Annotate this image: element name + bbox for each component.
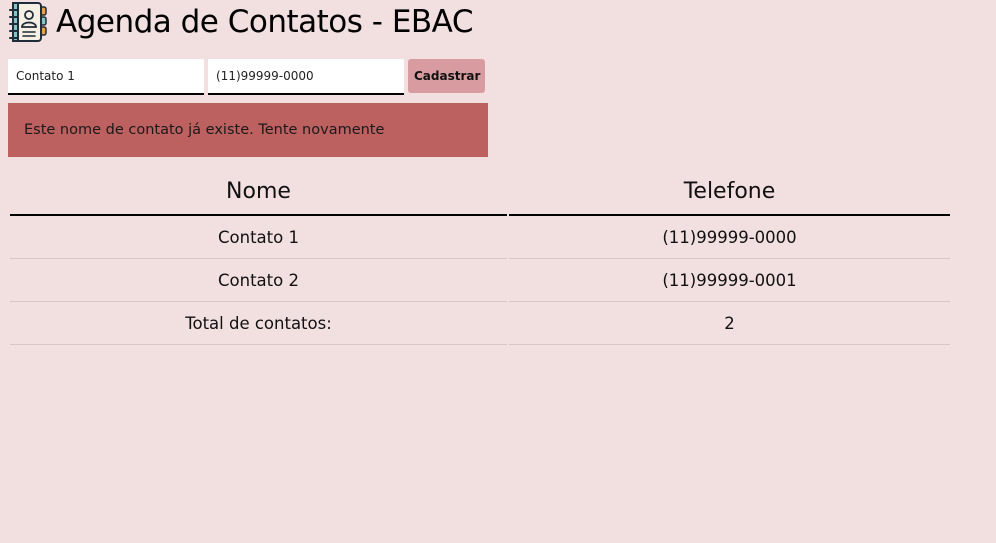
contacts-table: Nome Telefone Contato 1 (11)99999-0000 C… — [8, 168, 952, 345]
table-row: Contato 1 (11)99999-0000 — [10, 216, 950, 259]
table-header-row: Nome Telefone — [10, 168, 950, 216]
total-row: Total de contatos: 2 — [10, 302, 950, 345]
contact-form: Cadastrar — [8, 59, 485, 95]
phone-input[interactable] — [208, 59, 404, 95]
error-alert-message: Este nome de contato já existe. Tente no… — [24, 122, 385, 138]
contact-phone-cell: (11)99999-0000 — [509, 216, 950, 259]
name-input[interactable] — [8, 59, 204, 95]
column-header-name: Nome — [10, 168, 507, 216]
total-label: Total de contatos: — [10, 302, 507, 345]
table-row: Contato 2 (11)99999-0001 — [10, 259, 950, 302]
contact-name-cell: Contato 2 — [10, 259, 507, 302]
contact-name-cell: Contato 1 — [10, 216, 507, 259]
page-title: Agenda de Contatos - EBAC — [56, 4, 473, 40]
cadastrar-button[interactable]: Cadastrar — [408, 59, 485, 93]
header: Agenda de Contatos - EBAC — [8, 0, 473, 44]
contact-phone-cell: (11)99999-0001 — [509, 259, 950, 302]
error-alert: Este nome de contato já existe. Tente no… — [8, 103, 488, 157]
total-value: 2 — [509, 302, 950, 345]
column-header-phone: Telefone — [509, 168, 950, 216]
address-book-icon — [9, 2, 47, 42]
